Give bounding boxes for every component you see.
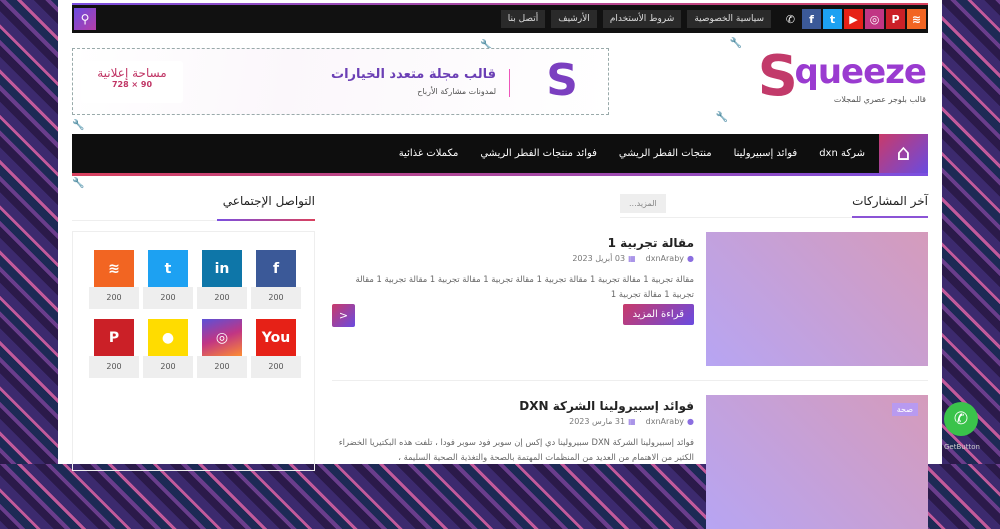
logo-mark: S <box>757 44 798 109</box>
post-excerpt: مقالة تجربية 1 مقالة تجربية 1 مقالة تجرب… <box>355 274 694 299</box>
post-title[interactable]: فوائد إسبيرولينا الشركة DXN <box>519 399 694 413</box>
instagram-icon: ◎ <box>202 319 242 356</box>
section-title: آخر المشاركات <box>852 194 928 218</box>
post-card: مقالة تجربية 1 ●dxnAraby ▦03 أبريل 2023 … <box>332 232 928 366</box>
whatsapp-icon[interactable]: ✆ <box>781 9 800 29</box>
nav-item[interactable]: فوائد منتجات الفطر الريشي <box>480 148 597 159</box>
social-counter-snapchat[interactable]: ● 200 <box>143 319 193 378</box>
social-counter-pinterest[interactable]: P 200 <box>89 319 139 378</box>
category-badge[interactable]: صحة <box>891 403 918 416</box>
wrench-icon[interactable]: 🔧 <box>716 112 728 123</box>
nav-item[interactable]: منتجات الفطر الريشي <box>619 148 712 159</box>
sidebar-title: التواصل الإجتماعي <box>222 194 315 208</box>
instagram-icon[interactable]: ◎ <box>865 9 884 29</box>
post-card: صحة فوائد إسبيرولينا الشركة DXN ●dxnArab… <box>332 395 928 529</box>
nav-item[interactable]: فوائد إسبيرولينا <box>734 148 798 159</box>
facebook-icon: f <box>256 250 296 287</box>
post-date: ▦31 مارس 2023 <box>569 417 636 426</box>
social-counter-twitter[interactable]: t 200 <box>143 250 193 309</box>
follower-count: 200 <box>143 356 193 378</box>
social-counter-facebook[interactable]: f 200 <box>251 250 301 309</box>
link-privacy[interactable]: سياسية الخصوصية <box>687 10 771 28</box>
wrench-icon[interactable]: 🔧 <box>730 38 742 49</box>
more-button[interactable]: المزيد... <box>620 194 666 213</box>
logo-tagline: قالب بلوجر عصري للمجلات <box>833 95 926 104</box>
twitter-icon: t <box>148 250 188 287</box>
nav-item[interactable]: مكملات غذائية <box>399 148 459 159</box>
follower-count: 200 <box>143 287 193 309</box>
share-icon[interactable]: < <box>332 304 355 327</box>
whatsapp-float-button[interactable]: ✆ <box>944 402 978 436</box>
link-contact[interactable]: أتصل بنا <box>500 10 546 28</box>
post-divider <box>332 380 928 381</box>
follower-count: 200 <box>251 287 301 309</box>
getbutton-label[interactable]: GetButton <box>944 443 980 451</box>
search-button[interactable]: ⚲ <box>74 8 96 30</box>
home-icon[interactable]: ⌂ <box>879 134 928 173</box>
post-meta: ●dxnAraby ▦03 أبريل 2023 <box>572 254 694 263</box>
author-name: dxnAraby <box>645 254 685 263</box>
sidebar-title-underline <box>72 219 315 221</box>
follower-count: 200 <box>197 287 247 309</box>
post-title[interactable]: مقالة تجربية 1 <box>608 236 694 250</box>
ad-space-size: 728 × 90 <box>111 80 153 89</box>
ad-logo: S <box>546 55 578 106</box>
rss-icon: ≋ <box>94 250 134 287</box>
ad-title: قالب مجلة متعدد الخيارات <box>331 67 496 82</box>
ad-banner[interactable]: S قالب مجلة متعدد الخيارات لمدونات مشارك… <box>72 48 609 115</box>
pinterest-icon: P <box>94 319 134 356</box>
main-nav: ⌂ شركة dxn فوائد إسبيرولينا منتجات الفطر… <box>72 134 928 176</box>
site-logo[interactable]: S queeze قالب بلوجر عصري للمجلات <box>711 44 927 120</box>
user-icon: ● <box>687 254 694 263</box>
linkedin-icon: in <box>202 250 242 287</box>
rss-icon[interactable]: ≋ <box>907 9 926 29</box>
social-counter-rss[interactable]: ≋ 200 <box>89 250 139 309</box>
social-counter-linkedin[interactable]: in 200 <box>197 250 247 309</box>
youtube-icon[interactable]: ▶ <box>844 9 863 29</box>
social-counter-instagram[interactable]: ◎ 200 <box>197 319 247 378</box>
twitter-icon[interactable]: t <box>823 9 842 29</box>
social-counter-youtube[interactable]: You 200 <box>251 319 301 378</box>
follower-count: 200 <box>197 356 247 378</box>
link-archive[interactable]: الأرشيف <box>551 10 597 28</box>
post-author[interactable]: ●dxnAraby <box>646 254 694 263</box>
post-date: ▦03 أبريل 2023 <box>572 254 635 263</box>
latest-posts-header: آخر المشاركات المزيد... <box>620 190 928 218</box>
author-name: dxnAraby <box>645 417 685 426</box>
calendar-icon: ▦ <box>628 417 636 426</box>
nav-item[interactable]: شركة dxn <box>819 148 865 159</box>
youtube-icon: You <box>256 319 296 356</box>
top-bar: ≋ P ◎ ▶ t f ✆ سياسية الخصوصية شروط الأست… <box>72 5 928 33</box>
post-author[interactable]: ●dxnAraby <box>646 417 694 426</box>
ad-subtitle: لمدونات مشاركة الأرباح <box>417 87 496 96</box>
social-counter-widget: f 200 in 200 t 200 ≋ 200 You 200 ◎ 200 ● 200 P 200 <box>72 231 315 471</box>
sidebar-header: التواصل الإجتماعي <box>72 190 315 222</box>
ad-divider <box>509 69 510 97</box>
post-meta: ●dxnAraby ▦31 مارس 2023 <box>569 417 694 426</box>
pinterest-icon[interactable]: P <box>886 9 905 29</box>
calendar-icon: ▦ <box>628 254 636 263</box>
snapchat-icon: ● <box>148 319 188 356</box>
follower-count: 200 <box>251 356 301 378</box>
read-more-button[interactable]: قراءة المزيد <box>622 304 694 325</box>
post-excerpt: فوائد إسبيرولينا الشركة DXN سبيرولينا دي… <box>338 437 694 462</box>
follower-count: 200 <box>89 356 139 378</box>
link-terms[interactable]: شروط الأستخدام <box>602 10 682 28</box>
ad-space-box: مساحة إعلانية 728 × 90 <box>81 61 183 103</box>
facebook-icon[interactable]: f <box>802 9 821 29</box>
page: ≋ P ◎ ▶ t f ✆ سياسية الخصوصية شروط الأست… <box>58 0 942 529</box>
wrench-icon[interactable]: 🔧 <box>72 120 84 131</box>
user-icon: ● <box>687 417 694 426</box>
date-text: 03 أبريل 2023 <box>572 254 626 263</box>
ad-space-title: مساحة إعلانية <box>97 66 167 80</box>
post-thumbnail[interactable] <box>706 232 928 366</box>
wrench-icon[interactable]: 🔧 <box>72 178 84 189</box>
date-text: 31 مارس 2023 <box>569 417 626 426</box>
follower-count: 200 <box>89 287 139 309</box>
post-thumbnail[interactable]: صحة <box>706 395 928 529</box>
logo-word: queeze <box>794 52 927 92</box>
